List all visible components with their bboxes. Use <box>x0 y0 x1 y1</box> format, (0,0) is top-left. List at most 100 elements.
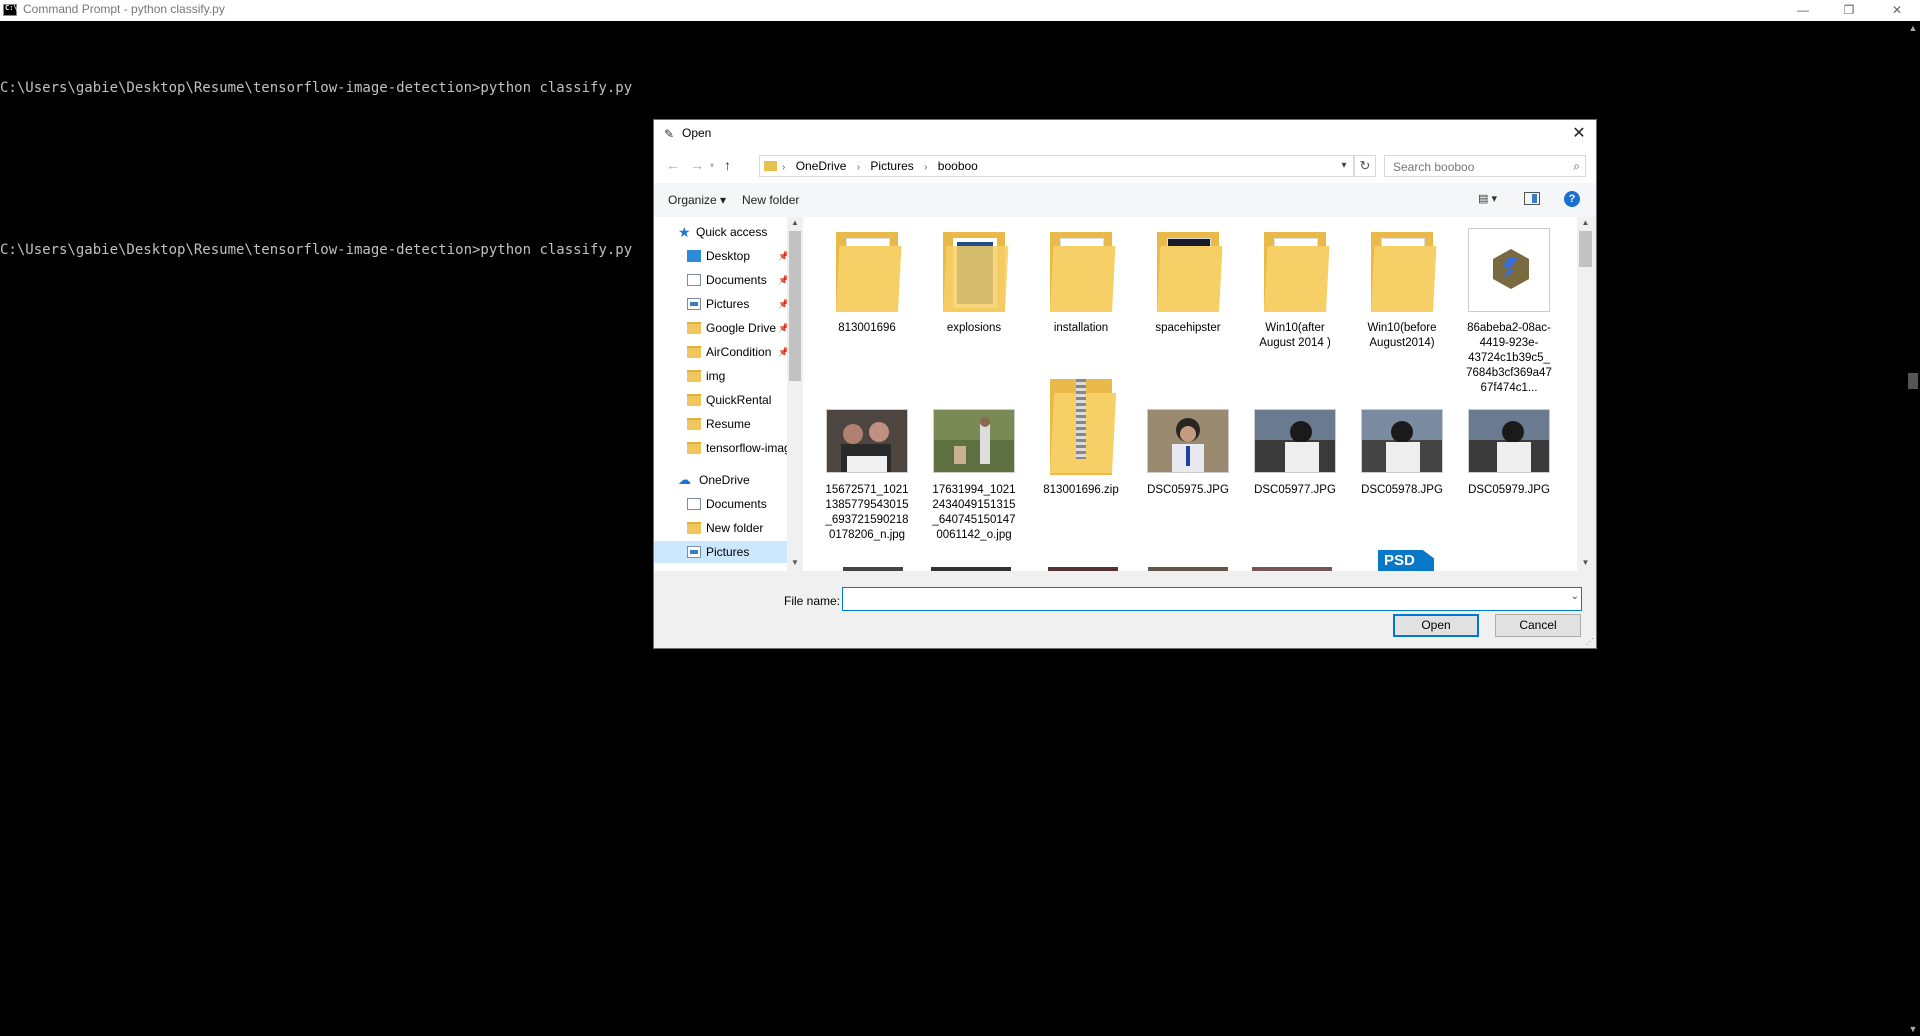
file-name-input[interactable] <box>847 591 1551 607</box>
file-item[interactable]: 813001696.zip <box>1038 373 1124 498</box>
file-item[interactable]: spacehipster <box>1145 227 1231 336</box>
partial-thumbnail <box>931 567 1011 571</box>
nav-scrollbar[interactable]: ▲ ▼ <box>787 217 803 571</box>
nav-item-img[interactable]: img <box>654 365 787 387</box>
scroll-up-arrow-icon[interactable]: ▲ <box>1908 23 1918 33</box>
nav-onedrive-pictures[interactable]: Pictures <box>654 541 787 563</box>
psd-file-icon: PSD <box>1378 550 1434 571</box>
dialog-close-button[interactable]: ✕ <box>1562 120 1596 147</box>
nav-label: Documents <box>706 497 767 511</box>
photo-thumbnail <box>1468 409 1550 473</box>
scroll-down-arrow-icon[interactable]: ▼ <box>789 558 801 570</box>
scroll-up-arrow-icon[interactable]: ▲ <box>1579 218 1592 230</box>
dialog-titlebar: ✎ Open ✕ <box>654 120 1596 147</box>
scroll-down-arrow-icon[interactable]: ▼ <box>1908 1024 1918 1034</box>
file-item[interactable]: explosions <box>931 227 1017 336</box>
nav-item-google-drive[interactable]: Google Drive 📌 <box>654 317 787 339</box>
scroll-up-arrow-icon[interactable]: ▲ <box>789 218 801 230</box>
nav-label: img <box>706 369 726 383</box>
file-list-scrollbar[interactable]: ▲ ▼ <box>1577 217 1594 571</box>
chevron-down-icon[interactable]: ▾ <box>1335 156 1353 176</box>
chevron-down-icon[interactable]: ⌄ <box>1571 591 1579 602</box>
nav-item-documents[interactable]: Documents 📌 <box>654 269 787 291</box>
file-item[interactable]: DSC05977.JPG <box>1252 389 1338 498</box>
file-item[interactable]: Win10(after August 2014 ) <box>1252 227 1338 351</box>
cmd-app-icon <box>3 4 18 16</box>
search-box[interactable]: ⌕ <box>1384 155 1586 177</box>
open-button[interactable]: Open <box>1393 614 1479 637</box>
help-button[interactable]: ? <box>1564 191 1580 207</box>
recent-dropdown-icon[interactable]: ▾ <box>710 161 714 170</box>
nav-item-desktop[interactable]: Desktop 📌 <box>654 245 787 267</box>
nav-item-aircondition[interactable]: AirCondition 📌 <box>654 341 787 363</box>
file-item[interactable]: 15672571_10211385779543015_6937215902180… <box>824 389 910 543</box>
breadcrumb-onedrive[interactable]: OneDrive <box>796 159 847 173</box>
breadcrumb-pictures[interactable]: Pictures <box>870 159 913 173</box>
file-item[interactable]: Win10(before August2014) <box>1359 227 1445 351</box>
pictures-icon <box>687 298 701 310</box>
minimize-button[interactable]: — <box>1780 0 1826 21</box>
organize-button[interactable]: Organize ▾ <box>668 193 726 207</box>
new-folder-button[interactable]: New folder <box>742 193 799 207</box>
file-name: DSC05977.JPG <box>1254 484 1336 496</box>
file-list: 813001696 explosions installation spaceh… <box>803 217 1577 571</box>
console-titlebar: Command Prompt - python classify.py — ❐ … <box>0 0 1920 21</box>
nav-scroll-thumb[interactable] <box>789 231 801 381</box>
file-item[interactable]: installation <box>1038 227 1124 336</box>
folder-icon <box>1371 232 1437 312</box>
maximize-button[interactable]: ❐ <box>1826 0 1872 21</box>
nav-item-tensorflow[interactable]: tensorflow-imag <box>654 437 787 459</box>
partial-thumbnail <box>843 567 903 571</box>
address-bar[interactable]: › OneDrive › Pictures › booboo ▾ <box>759 155 1354 177</box>
pin-icon: 📌 <box>778 251 787 261</box>
pin-icon: 📌 <box>778 275 787 285</box>
console-scrollbar[interactable]: ▲ ▼ <box>1906 21 1920 1036</box>
nav-label: QuickRental <box>706 393 772 407</box>
cancel-button[interactable]: Cancel <box>1495 614 1581 637</box>
file-item[interactable]: 17631994_10212434049151315_6407451501470… <box>931 389 1017 543</box>
file-name-combobox[interactable]: ⌄ <box>842 587 1582 611</box>
view-options-icon[interactable]: ▤ ▾ <box>1478 192 1508 208</box>
pin-icon: 📌 <box>778 323 787 333</box>
refresh-button[interactable]: ↻ <box>1354 155 1376 177</box>
file-name: Win10(before August2014) <box>1367 322 1437 349</box>
file-name: DSC05975.JPG <box>1147 484 1229 496</box>
folder-icon <box>687 394 701 406</box>
file-item[interactable]: 86abeba2-08ac-4419-923e-43724c1b39c5_768… <box>1466 227 1552 396</box>
chevron-right-icon[interactable]: › <box>782 162 785 173</box>
forward-arrow-icon[interactable]: → <box>690 157 704 173</box>
chevron-right-icon[interactable]: › <box>857 162 860 173</box>
console-scroll-thumb[interactable] <box>1908 373 1918 389</box>
zip-folder-icon <box>1050 379 1117 475</box>
partial-thumbnail <box>1252 567 1332 571</box>
nav-item-resume[interactable]: Resume <box>654 413 787 435</box>
nav-item-pictures[interactable]: Pictures 📌 <box>654 293 787 315</box>
chevron-right-icon[interactable]: › <box>924 162 927 173</box>
file-item[interactable]: DSC05975.JPG <box>1145 389 1231 498</box>
open-file-dialog: ✎ Open ✕ ← → ▾ ↑ › OneDrive › Pictures ›… <box>653 119 1597 649</box>
close-window-button[interactable]: ✕ <box>1874 0 1920 21</box>
file-name: DSC05978.JPG <box>1361 484 1443 496</box>
file-item[interactable]: DSC05978.JPG <box>1359 389 1445 498</box>
folder-icon <box>687 346 701 358</box>
nav-onedrive[interactable]: ☁ OneDrive <box>654 469 787 491</box>
file-item[interactable]: 813001696 <box>824 227 910 336</box>
file-list-scroll-thumb[interactable] <box>1579 231 1592 267</box>
breadcrumb-booboo[interactable]: booboo <box>938 159 978 173</box>
nav-item-quickrental[interactable]: QuickRental <box>654 389 787 411</box>
folder-icon <box>687 370 701 382</box>
resize-grip-icon[interactable]: ⋰ <box>1586 637 1594 646</box>
up-arrow-icon[interactable]: ↑ <box>724 157 731 173</box>
search-input[interactable] <box>1391 159 1565 175</box>
preview-pane-icon[interactable] <box>1524 192 1540 205</box>
search-icon[interactable]: ⌕ <box>1573 159 1580 174</box>
nav-quick-access[interactable]: ★ Quick access <box>654 221 787 243</box>
file-item[interactable]: DSC05979.JPG <box>1466 389 1552 498</box>
nav-onedrive-new-folder[interactable]: New folder <box>654 517 787 539</box>
file-name: 813001696 <box>838 322 896 334</box>
nav-label: Documents <box>706 273 767 287</box>
nav-onedrive-documents[interactable]: Documents <box>654 493 787 515</box>
file-name: 15672571_10211385779543015_6937215902180… <box>825 484 909 541</box>
back-arrow-icon[interactable]: ← <box>666 157 680 173</box>
scroll-down-arrow-icon[interactable]: ▼ <box>1579 558 1592 570</box>
